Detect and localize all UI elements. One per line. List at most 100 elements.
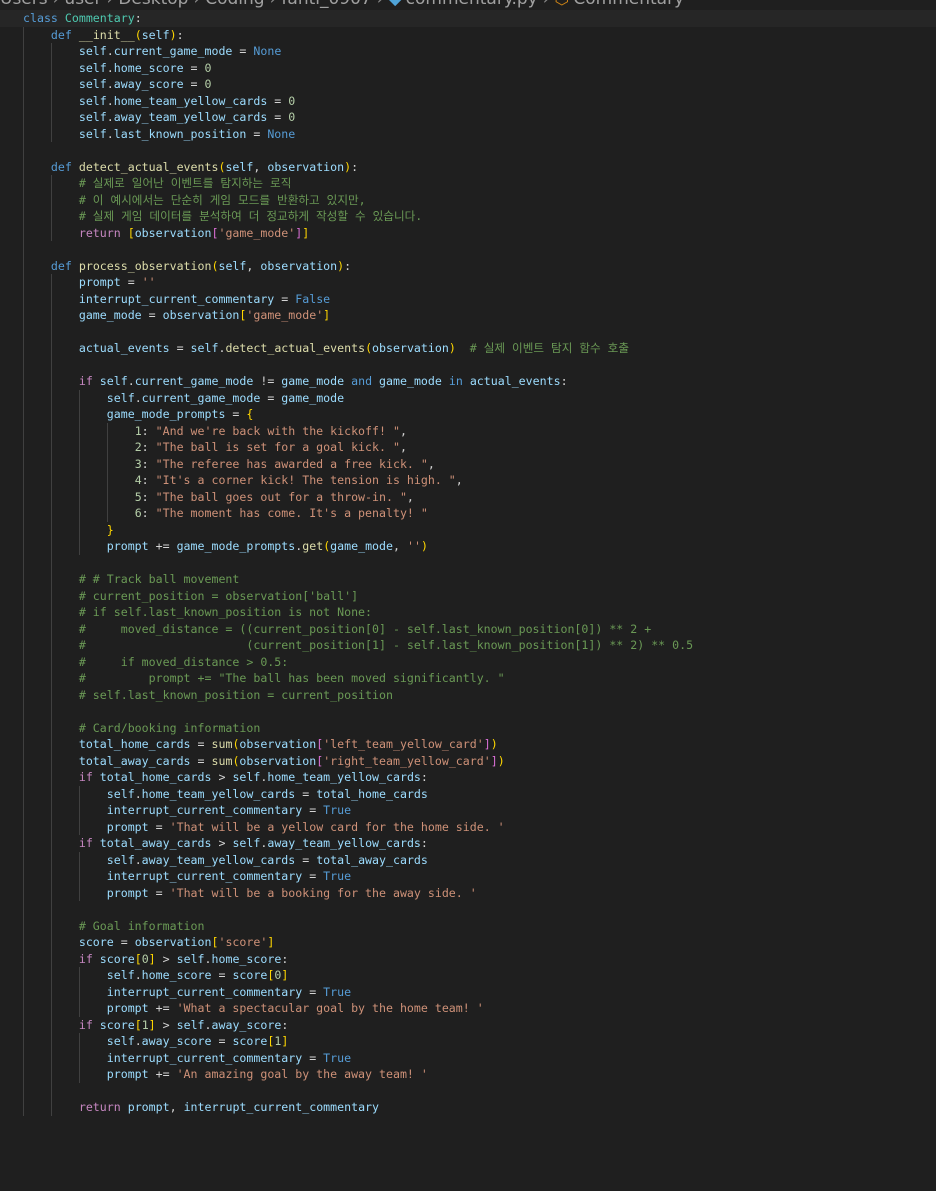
code-line[interactable] xyxy=(0,323,936,340)
code-line[interactable] xyxy=(0,356,936,373)
code-token: False xyxy=(295,291,331,306)
code-line[interactable]: 3: "The referee has awarded a free kick.… xyxy=(0,455,936,472)
code-line[interactable] xyxy=(0,142,936,159)
code-line[interactable]: class Commentary: xyxy=(0,10,936,27)
code-line[interactable]: # self.last_known_position = current_pos… xyxy=(0,686,936,703)
code-token: sum xyxy=(211,737,233,751)
code-line[interactable]: if self.current_game_mode != game_mode a… xyxy=(0,373,936,390)
code-line[interactable]: # current_position = observation['ball'] xyxy=(0,587,936,604)
code-token: self xyxy=(225,159,254,174)
code-line[interactable]: prompt = 'That will be a booking for the… xyxy=(0,884,936,901)
code-line[interactable] xyxy=(0,703,936,720)
breadcrumb-item[interactable]: user xyxy=(64,0,101,8)
code-line[interactable]: interrupt_current_commentary = True xyxy=(0,802,936,819)
code-token: . xyxy=(204,951,212,966)
code-line[interactable]: 4: "It's a corner kick! The tension is h… xyxy=(0,472,936,489)
code-line[interactable]: return [observation['game_mode']] xyxy=(0,224,936,241)
code-line[interactable]: # 이 예시에서는 단순히 게임 모드를 반환하고 있지만, xyxy=(0,191,936,208)
code-editor[interactable]: class Commentary: def __init__(self): se… xyxy=(0,10,936,1116)
code-token: self xyxy=(99,374,128,388)
code-line[interactable] xyxy=(0,1082,936,1099)
code-token: # 이 예시에서는 단순히 게임 모드를 반환하고 있지만, xyxy=(78,192,366,207)
code-line[interactable]: self.last_known_position = None xyxy=(0,125,936,142)
code-line[interactable]: # Card/booking information xyxy=(0,719,936,736)
code-line[interactable]: total_away_cards = sum(observation['righ… xyxy=(0,752,936,769)
indent-guides xyxy=(0,142,200,159)
code-line[interactable]: self.home_score = 0 xyxy=(0,59,936,76)
breadcrumb-item[interactable]: commentary.py xyxy=(406,0,538,8)
breadcrumb-item[interactable]: Coding xyxy=(205,0,264,8)
code-line[interactable]: return prompt, interrupt_current_comment… xyxy=(0,1099,936,1116)
code-line[interactable]: def detect_actual_events(self, observati… xyxy=(0,158,936,175)
breadcrumb[interactable]: Users › user › Desktop › Coding › fanti_0907 › ◆ co… xyxy=(0,0,936,8)
code-line[interactable]: self.current_game_mode = game_mode xyxy=(0,389,936,406)
code-line[interactable]: # # Track ball movement xyxy=(0,571,936,588)
code-token: # prompt += "The ball has been moved sig… xyxy=(78,671,505,685)
code-line[interactable]: self.away_team_yellow_cards = total_away… xyxy=(0,851,936,868)
code-line[interactable]: self.home_score = score[0] xyxy=(0,967,936,984)
code-line[interactable] xyxy=(0,901,936,918)
code-line[interactable]: prompt = '' xyxy=(0,274,936,291)
code-line[interactable]: # if moved_distance > 0.5: xyxy=(0,653,936,670)
code-line[interactable]: interrupt_current_commentary = False xyxy=(0,290,936,307)
code-line[interactable]: } xyxy=(0,521,936,538)
code-token: score xyxy=(99,1017,135,1032)
code-line[interactable]: if total_home_cards > self.home_team_yel… xyxy=(0,769,936,786)
code-line[interactable] xyxy=(0,554,936,571)
code-line[interactable]: self.away_score = score[1] xyxy=(0,1033,936,1050)
code-line[interactable]: if score[0] > self.home_score: xyxy=(0,950,936,967)
code-line[interactable]: prompt = 'That will be a yellow card for… xyxy=(0,818,936,835)
code-line[interactable]: # if self.last_known_position is not Non… xyxy=(0,604,936,621)
code-line[interactable]: self.away_team_yellow_cards = 0 xyxy=(0,109,936,126)
code-token: 2 xyxy=(134,440,142,454)
code-line[interactable] xyxy=(0,241,936,258)
breadcrumb-item[interactable]: Desktop xyxy=(118,0,188,8)
code-line[interactable]: prompt += game_mode_prompts.get(game_mod… xyxy=(0,538,936,555)
breadcrumb-item[interactable]: fanti_0907 xyxy=(281,0,371,8)
breadcrumb-item[interactable]: Users xyxy=(0,0,48,8)
code-line[interactable]: # 실제로 일어난 이벤트를 탐지하는 로직 xyxy=(0,175,936,192)
code-token: actual_events xyxy=(469,374,561,388)
code-line[interactable]: self.current_game_mode = None xyxy=(0,43,936,60)
code-line[interactable]: 6: "The moment has come. It's a penalty!… xyxy=(0,505,936,522)
code-line[interactable]: # prompt += "The ball has been moved sig… xyxy=(0,670,936,687)
code-line[interactable]: actual_events = self.detect_actual_event… xyxy=(0,340,936,357)
code-line[interactable]: self.away_score = 0 xyxy=(0,76,936,93)
code-line[interactable]: def __init__(self): xyxy=(0,26,936,43)
code-token: self xyxy=(78,126,107,141)
code-line[interactable]: 5: "The ball goes out for a throw-in. ", xyxy=(0,488,936,505)
code-line[interactable]: # moved_distance = ((current_position[0]… xyxy=(0,620,936,637)
code-line[interactable]: def process_observation(self, observatio… xyxy=(0,257,936,274)
code-line[interactable]: self.home_team_yellow_cards = total_home… xyxy=(0,785,936,802)
code-token: . xyxy=(106,93,114,108)
code-line[interactable]: prompt += 'An amazing goal by the away t… xyxy=(0,1066,936,1083)
code-line[interactable]: interrupt_current_commentary = True xyxy=(0,1049,936,1066)
code-line[interactable]: 1: "And we're back with the kickoff! ", xyxy=(0,422,936,439)
breadcrumb-item[interactable]: Commentary xyxy=(573,0,684,8)
code-line[interactable]: 2: "The ball is set for a goal kick. ", xyxy=(0,439,936,456)
code-token: # if self.last_known_position is not Non… xyxy=(78,605,373,619)
code-line[interactable]: game_mode_prompts = { xyxy=(0,406,936,423)
code-line[interactable]: if score[1] > self.away_score: xyxy=(0,1016,936,1033)
code-token: class xyxy=(23,11,58,25)
code-token: score xyxy=(78,935,114,949)
code-token: = xyxy=(260,390,282,405)
code-line[interactable]: game_mode = observation['game_mode'] xyxy=(0,307,936,324)
code-line[interactable]: # Goal information xyxy=(0,917,936,934)
code-line[interactable]: # (current_position[1] - self.last_known… xyxy=(0,637,936,654)
code-token: self xyxy=(106,786,135,801)
code-line[interactable]: interrupt_current_commentary = True xyxy=(0,983,936,1000)
code-line[interactable]: total_home_cards = sum(observation['left… xyxy=(0,736,936,753)
code-line[interactable]: interrupt_current_commentary = True xyxy=(0,868,936,885)
code-line[interactable]: prompt += 'What a spectacular goal by th… xyxy=(0,1000,936,1017)
code-line[interactable]: score = observation['score'] xyxy=(0,934,936,951)
code-token: current_game_mode xyxy=(141,390,261,405)
code-line[interactable]: self.home_team_yellow_cards = 0 xyxy=(0,92,936,109)
code-line[interactable]: if total_away_cards > self.away_team_yel… xyxy=(0,835,936,852)
code-line[interactable]: # 실제 게임 데이터를 분석하여 더 정교하게 작성할 수 있습니다. xyxy=(0,208,936,225)
